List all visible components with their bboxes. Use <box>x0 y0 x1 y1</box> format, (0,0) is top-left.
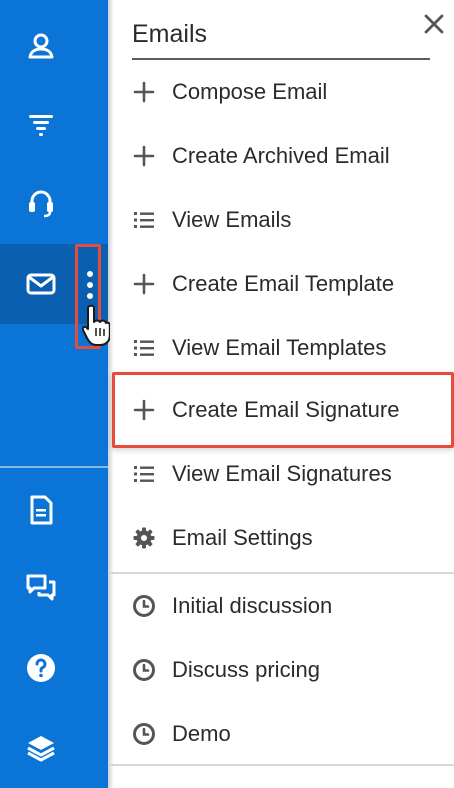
recent-item-label: Initial discussion <box>172 593 333 618</box>
layers-icon <box>27 736 55 762</box>
plus-icon <box>130 396 158 424</box>
clock-icon <box>130 720 158 748</box>
gear-icon <box>130 524 158 552</box>
chat-icon <box>26 574 56 601</box>
hand-cursor-icon <box>82 304 110 346</box>
close-button[interactable] <box>420 10 448 38</box>
clock-icon <box>130 592 158 620</box>
clock-icon <box>130 656 158 684</box>
menu-item-view-email-templates[interactable]: View Email Templates <box>114 316 454 380</box>
bottom-divider <box>110 764 454 766</box>
recent-item-demo[interactable]: Demo <box>114 702 454 766</box>
recent-item-initial-discussion[interactable]: Initial discussion <box>114 574 454 638</box>
menu-item-label: View Emails <box>172 207 292 232</box>
recent-item-label: Demo <box>172 721 231 746</box>
menu-item-label: View Email Templates <box>172 335 387 360</box>
close-icon <box>424 14 444 34</box>
plus-icon <box>130 78 158 106</box>
contacts-icon <box>28 33 54 59</box>
rail-item-filter[interactable] <box>0 92 82 156</box>
menu-item-label: Email Settings <box>172 525 313 550</box>
menu-item-create-email-signature[interactable]: Create Email Signature <box>114 378 454 442</box>
headset-icon <box>29 190 53 218</box>
menu-item-view-email-signatures[interactable]: View Email Signatures <box>114 442 454 506</box>
plus-icon <box>130 270 158 298</box>
menu-item-label: Create Email Template <box>172 271 395 296</box>
menu-item-view-emails[interactable]: View Emails <box>114 188 454 252</box>
rail-item-help[interactable] <box>0 636 82 700</box>
nav-rail <box>0 0 108 788</box>
filter-icon <box>29 115 53 136</box>
panel-title: Emails <box>132 14 430 60</box>
menu-item-label: Create Archived Email <box>172 143 390 168</box>
menu-item-label: Create Email Signature <box>172 397 400 422</box>
list-icon <box>130 206 158 234</box>
recent-item-label: Discuss pricing <box>172 657 320 682</box>
list-icon <box>130 334 158 362</box>
document-icon <box>30 495 53 525</box>
recent-item-discuss-pricing[interactable]: Discuss pricing <box>114 638 454 702</box>
rail-item-documents[interactable] <box>0 478 82 542</box>
kebab-dots-icon <box>87 271 93 299</box>
help-icon <box>27 654 55 682</box>
rail-divider <box>0 466 108 468</box>
rail-item-chat[interactable] <box>0 556 82 620</box>
rail-item-layers[interactable] <box>0 716 82 780</box>
mail-icon <box>26 273 56 295</box>
menu-item-email-settings[interactable]: Email Settings <box>114 506 454 570</box>
plus-icon <box>130 142 158 170</box>
rail-item-calls[interactable] <box>0 172 82 236</box>
list-icon <box>130 460 158 488</box>
menu-item-create-archived-email[interactable]: Create Archived Email <box>114 124 454 188</box>
menu-item-label: View Email Signatures <box>172 461 392 486</box>
menu-item-compose-email[interactable]: Compose Email <box>114 60 454 124</box>
rail-item-contacts[interactable] <box>0 14 82 78</box>
menu-item-create-email-template[interactable]: Create Email Template <box>114 252 454 316</box>
menu-item-label: Compose Email <box>172 79 328 104</box>
